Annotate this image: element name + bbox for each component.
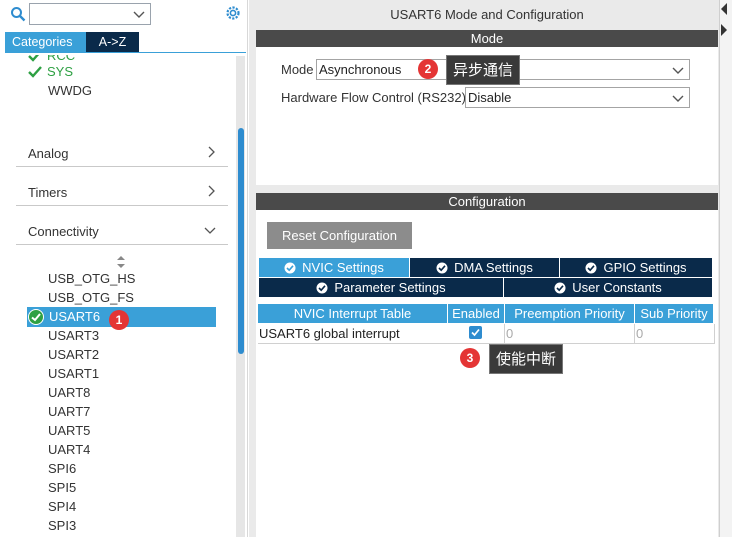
list-item[interactable]: SPI6 (48, 459, 135, 478)
category-analog[interactable]: Analog (16, 139, 228, 167)
scrollbar-thumb[interactable] (238, 128, 244, 354)
search-row (0, 0, 248, 30)
annotation-tooltip-interrupt: 使能中断 (489, 344, 564, 374)
system-core-list: RCC SYS WWDG (28, 42, 228, 106)
chevron-down-icon (672, 67, 684, 74)
category-label: Timers (28, 185, 68, 200)
check-icon (471, 328, 480, 337)
connectivity-list: USB_OTG_HS USB_OTG_FS USART3 USART2 USAR… (48, 269, 135, 535)
list-item[interactable]: USART2 (48, 345, 135, 364)
list-item[interactable]: USB_OTG_FS (48, 288, 135, 307)
tab-label: User Constants (572, 280, 662, 295)
table-column-divider (634, 324, 635, 343)
check-circle-icon (436, 262, 448, 273)
check-icon (28, 55, 39, 62)
table-column-divider (714, 324, 715, 343)
tab-gpio-settings[interactable]: GPIO Settings (560, 258, 712, 277)
chevron-down-icon (672, 95, 684, 102)
table-header-enabled[interactable]: Enabled (448, 304, 504, 323)
list-item[interactable]: SPI3 (48, 516, 135, 535)
table-cell-interrupt-name: USART6 global interrupt (259, 326, 400, 341)
tab-dma-settings[interactable]: DMA Settings (410, 258, 559, 277)
table-cell-sub-priority[interactable]: 0 (636, 324, 643, 343)
list-item[interactable]: WWDG (48, 81, 92, 100)
table-header-interrupt[interactable]: NVIC Interrupt Table (258, 304, 447, 323)
chevron-right-icon (208, 146, 215, 158)
annotation-badge-2: 2 (418, 59, 438, 79)
right-edge-bar (719, 0, 732, 537)
check-circle-icon (554, 282, 566, 293)
list-item[interactable]: UART4 (48, 440, 135, 459)
search-input[interactable] (29, 3, 151, 25)
table-column-divider (504, 324, 505, 343)
tab-nvic-settings[interactable]: NVIC Settings (259, 258, 409, 277)
list-item[interactable]: USART3 (48, 326, 135, 345)
flow-control-label: Hardware Flow Control (RS232) (281, 90, 466, 105)
list-item[interactable]: UART7 (48, 402, 135, 421)
list-item[interactable]: SYS (28, 62, 228, 81)
list-item[interactable]: UART5 (48, 421, 135, 440)
tab-label: NVIC Settings (302, 260, 384, 275)
mode-label: Mode (281, 62, 314, 77)
category-timers[interactable]: Timers (16, 178, 228, 206)
chevron-right-icon (208, 185, 215, 197)
list-item[interactable]: SPI5 (48, 478, 135, 497)
table-row-divider (258, 343, 715, 344)
tab-label: GPIO Settings (603, 260, 687, 275)
collapse-arrow-icon[interactable] (720, 3, 728, 15)
category-label: Connectivity (28, 224, 99, 239)
table-cell-preemption[interactable]: 0 (506, 324, 513, 343)
list-item[interactable]: USART1 (48, 364, 135, 383)
annotation-badge-3: 3 (460, 348, 480, 368)
search-icon[interactable] (10, 6, 26, 22)
reset-configuration-button[interactable]: Reset Configuration (267, 222, 412, 249)
left-panel: Categories A->Z RCC SYS WWDG Analog Time… (0, 0, 248, 537)
expand-arrow-icon[interactable] (720, 24, 728, 36)
table-header-preemption[interactable]: Preemption Priority (505, 304, 634, 323)
chevron-down-icon (204, 227, 216, 234)
gear-icon[interactable] (224, 4, 242, 22)
sort-icon[interactable] (116, 255, 126, 269)
category-connectivity[interactable]: Connectivity (16, 217, 228, 245)
panel-title: USART6 Mode and Configuration (390, 7, 584, 22)
check-circle-icon (585, 262, 597, 273)
tab-label: DMA Settings (454, 260, 533, 275)
check-circle-icon (316, 282, 328, 293)
tab-label: Parameter Settings (334, 280, 446, 295)
check-circle-icon (284, 262, 296, 273)
flow-control-select[interactable]: Disable (465, 87, 690, 108)
mode-section-header: Mode (256, 30, 718, 47)
category-label: Analog (28, 146, 69, 161)
configuration-section-header: Configuration (256, 193, 718, 210)
list-item[interactable]: UART8 (48, 383, 135, 402)
flow-control-value: Disable (468, 90, 512, 105)
chevron-down-icon[interactable] (133, 8, 145, 20)
list-item[interactable]: SPI4 (48, 497, 135, 516)
mode-select-value: Asynchronous (319, 62, 402, 77)
table-header-sub-priority[interactable]: Sub Priority (635, 304, 713, 323)
tab-parameter-settings[interactable]: Parameter Settings (259, 278, 503, 297)
list-item-label: SYS (47, 64, 74, 79)
stm32cubemx-window: Categories A->Z RCC SYS WWDG Analog Time… (0, 0, 732, 537)
annotation-tooltip-async: 异步通信 (446, 55, 521, 85)
check-icon (28, 65, 42, 78)
tab-user-constants[interactable]: User Constants (504, 278, 712, 297)
list-item[interactable]: USB_OTG_HS (48, 269, 135, 288)
check-circle-icon (28, 309, 44, 325)
enabled-checkbox[interactable] (469, 326, 482, 339)
